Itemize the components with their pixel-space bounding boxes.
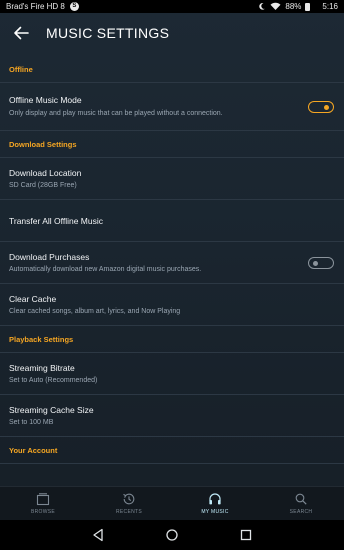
battery-icon — [305, 2, 311, 11]
moon-icon — [259, 3, 266, 10]
setting-download-location[interactable]: Download Location SD Card (28GB Free) — [0, 158, 344, 200]
screen: Brad's Fire HD 8 S 88% 5:16 MUSIC SETTIN… — [0, 0, 344, 550]
setting-subtitle: SD Card (28GB Free) — [9, 182, 77, 189]
tab-browse[interactable]: BROWSE — [0, 487, 86, 521]
tab-label: SEARCH — [289, 509, 313, 515]
page-title: MUSIC SETTINGS — [46, 25, 170, 41]
tab-label: RECENTS — [116, 509, 142, 515]
history-icon — [123, 493, 135, 505]
tab-search[interactable]: SEARCH — [258, 487, 344, 521]
section-header-download: Download Settings — [0, 131, 344, 158]
nav-back-icon[interactable] — [92, 528, 104, 542]
battery-percent: 88% — [285, 2, 302, 11]
download-purchases-toggle[interactable] — [308, 257, 334, 269]
section-header-playback: Playback Settings — [0, 326, 344, 353]
setting-title: Clear Cache — [9, 294, 57, 304]
settings-list: Offline Offline Music Mode Only display … — [0, 56, 344, 464]
system-nav-bar — [0, 520, 344, 550]
setting-subtitle: Set to Auto (Recommended) — [9, 377, 98, 384]
setting-subtitle: Only display and play music that can be … — [9, 110, 223, 117]
setting-offline-music-mode[interactable]: Offline Music Mode Only display and play… — [0, 83, 344, 131]
notification-badge: S — [69, 2, 79, 11]
wifi-icon — [270, 2, 281, 10]
tab-label: MY MUSIC — [201, 509, 229, 515]
setting-title: Offline Music Mode — [9, 95, 82, 105]
app-header: MUSIC SETTINGS — [0, 13, 344, 56]
setting-streaming-cache-size[interactable]: Streaming Cache Size Set to 100 MB — [0, 395, 344, 437]
status-bar: Brad's Fire HD 8 S 88% 5:16 — [0, 0, 344, 13]
setting-download-purchases[interactable]: Download Purchases Automatically downloa… — [0, 242, 344, 284]
setting-title: Download Location — [9, 168, 82, 178]
nav-home-icon[interactable] — [165, 528, 179, 542]
device-name: Brad's Fire HD 8 — [6, 2, 65, 11]
offline-mode-toggle[interactable] — [308, 101, 334, 113]
tab-recents[interactable]: RECENTS — [86, 487, 172, 521]
browse-icon — [36, 493, 50, 506]
setting-transfer-offline-music[interactable]: Transfer All Offline Music — [0, 200, 344, 242]
setting-clear-cache[interactable]: Clear Cache Clear cached songs, album ar… — [0, 284, 344, 326]
setting-title: Streaming Bitrate — [9, 363, 75, 373]
tab-my-music[interactable]: MY MUSIC — [172, 487, 258, 521]
tab-label: BROWSE — [30, 509, 56, 515]
search-icon — [295, 493, 307, 505]
setting-title: Transfer All Offline Music — [9, 216, 104, 226]
toggle-knob — [324, 104, 329, 110]
clock: 5:16 — [322, 2, 338, 11]
toggle-knob — [313, 260, 318, 266]
setting-title: Streaming Cache Size — [9, 405, 94, 415]
section-header-account: Your Account — [0, 437, 344, 464]
headphones-icon — [209, 493, 221, 505]
section-header-offline: Offline — [0, 56, 344, 83]
arrow-left-icon[interactable] — [12, 24, 30, 42]
setting-subtitle: Set to 100 MB — [9, 419, 54, 426]
setting-title: Download Purchases — [9, 252, 90, 262]
setting-subtitle: Automatically download new Amazon digita… — [9, 266, 202, 273]
bottom-tab-bar: BROWSE RECENTS MY MUSIC SEARCH — [0, 486, 344, 520]
setting-subtitle: Clear cached songs, album art, lyrics, a… — [9, 308, 181, 315]
nav-overview-icon[interactable] — [240, 528, 252, 542]
setting-streaming-bitrate[interactable]: Streaming Bitrate Set to Auto (Recommend… — [0, 353, 344, 395]
